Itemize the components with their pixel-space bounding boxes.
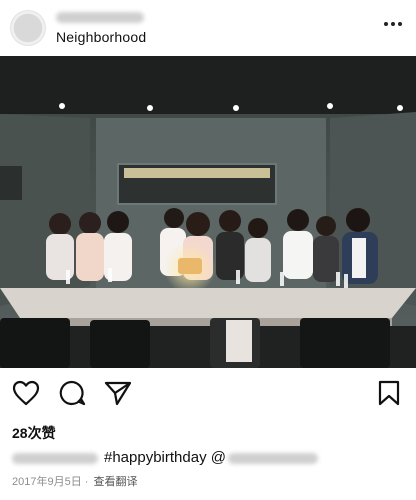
- post-actions: [0, 374, 416, 414]
- caption-username-blurred[interactable]: [12, 452, 98, 464]
- heart-icon[interactable]: [12, 380, 40, 411]
- post-photo[interactable]: [0, 56, 416, 368]
- photo-illustration: [0, 56, 416, 368]
- post-date: 2017年9月5日: [12, 476, 82, 488]
- share-icon[interactable]: [104, 380, 132, 411]
- see-translation-link[interactable]: 查看翻译: [94, 476, 138, 488]
- username-blurred[interactable]: [56, 12, 144, 23]
- more-icon[interactable]: [384, 22, 402, 26]
- caption-mention-blurred[interactable]: [227, 452, 318, 464]
- like-count[interactable]: 28次赞: [12, 423, 56, 443]
- caption-hashtag[interactable]: #happybirthday: [104, 449, 207, 466]
- comment-icon[interactable]: [58, 380, 86, 411]
- caption: #happybirthday @: [12, 449, 318, 466]
- post-header: Neighborhood: [0, 0, 416, 56]
- meta-separator: ·: [81, 476, 92, 488]
- caption-mention-at[interactable]: @: [211, 449, 226, 466]
- avatar[interactable]: [10, 10, 46, 46]
- bookmark-icon[interactable]: [378, 380, 400, 411]
- post-meta: 2017年9月5日 · 查看翻译: [12, 473, 138, 489]
- location-label[interactable]: Neighborhood: [56, 29, 146, 45]
